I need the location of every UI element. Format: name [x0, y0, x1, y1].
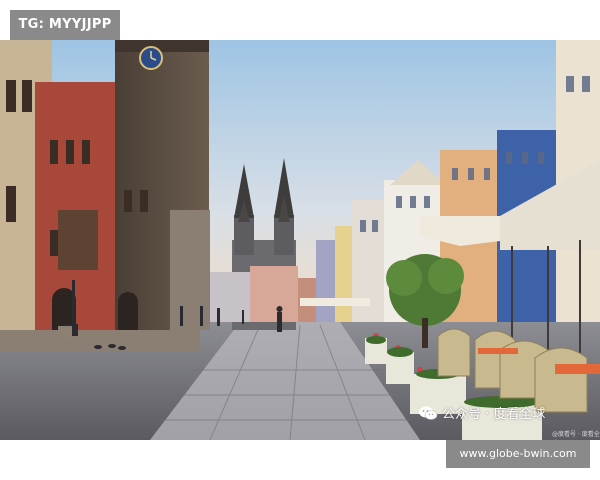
building-pink-distant [316, 240, 338, 322]
old-town-square-photo [0, 40, 600, 440]
building-red [35, 82, 125, 330]
distant-building [250, 266, 298, 322]
watermark-text: 公众号 · 度看全球 [442, 407, 546, 422]
astronomical-clock [58, 210, 98, 270]
planter [58, 326, 72, 340]
wechat-icon [419, 406, 438, 420]
tg-badge: TG: MYYJJPP [10, 10, 120, 40]
cafe-table [555, 364, 600, 374]
watermark: 公众号 · 度看全球 [418, 403, 545, 422]
url-badge: www.globe-bwin.com [446, 440, 590, 468]
building-right-of-tower [170, 210, 210, 330]
